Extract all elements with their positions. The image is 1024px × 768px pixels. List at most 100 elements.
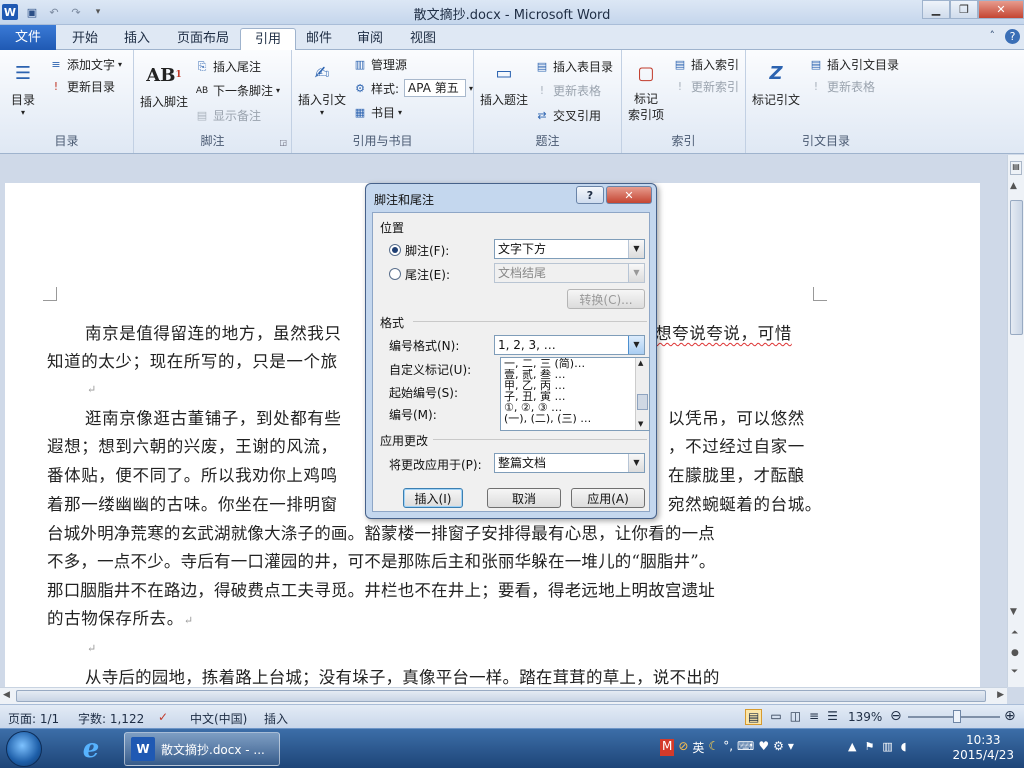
ime-keyboard-icon[interactable]: ⌨ bbox=[737, 739, 754, 756]
ime-status-icon[interactable]: ⊘ bbox=[678, 739, 688, 756]
vertical-scrollbar[interactable]: ▤ ▲ ▼ ⏶ ● ⏷ bbox=[1007, 155, 1024, 687]
zoom-in-icon[interactable]: ⊕ bbox=[1004, 708, 1016, 724]
insert-caption-button[interactable]: ▭ 插入题注 bbox=[480, 58, 528, 108]
update-index-button[interactable]: ! 更新索引 bbox=[672, 78, 739, 95]
tab-home[interactable]: 开始 bbox=[58, 28, 112, 50]
collapse-ribbon-icon[interactable]: ˄ bbox=[990, 29, 996, 44]
tab-references[interactable]: 引用 bbox=[240, 28, 297, 50]
manage-sources-button[interactable]: ▥ 管理源 bbox=[352, 56, 407, 73]
tab-view[interactable]: 视图 bbox=[396, 28, 450, 50]
restore-button[interactable]: ❐ bbox=[950, 0, 978, 19]
ime-skin-icon[interactable]: ♥ bbox=[758, 739, 769, 756]
insert-table-of-figures-button[interactable]: ▤ 插入表目录 bbox=[534, 58, 613, 75]
internet-explorer-icon[interactable]: e bbox=[70, 732, 112, 766]
insert-toa-button[interactable]: ▤ 插入引文目录 bbox=[808, 56, 899, 73]
number-format-select[interactable]: 1, 2, 3, … ▼ bbox=[494, 335, 645, 355]
add-text-button[interactable]: ≡ 添加文字 ▾ bbox=[48, 56, 122, 73]
proofing-icon[interactable]: ✓ bbox=[158, 710, 168, 724]
update-table-button[interactable]: ! 更新表格 bbox=[534, 82, 601, 99]
number-format-dropdown-list[interactable]: 一, 二, 三 (简)… 壹, 贰, 叁 … 甲, 乙, 丙 … 子, 丑, 寅… bbox=[500, 357, 650, 431]
update-toc-button[interactable]: ! 更新目录 bbox=[48, 78, 115, 95]
web-layout-icon[interactable]: ◫ bbox=[790, 709, 801, 725]
print-layout-icon[interactable]: ▤ bbox=[745, 709, 763, 725]
vertical-scroll-thumb[interactable] bbox=[1010, 200, 1023, 335]
insert-index-button[interactable]: ▤ 插入索引 bbox=[672, 56, 739, 73]
insert-footnote-button[interactable]: AB 1 插入脚注 bbox=[140, 60, 188, 110]
apply-button[interactable]: 应用(A) bbox=[571, 488, 645, 508]
cross-reference-button[interactable]: ⇄ 交叉引用 bbox=[534, 107, 601, 124]
apply-to-select[interactable]: 整篇文档 ▼ bbox=[494, 453, 645, 473]
tab-mailings[interactable]: 邮件 bbox=[292, 28, 346, 50]
scroll-left-icon[interactable]: ◀ bbox=[3, 690, 10, 700]
browse-object-icon[interactable]: ● bbox=[1011, 648, 1019, 658]
minimize-button[interactable]: ▁ bbox=[922, 0, 950, 19]
tab-file[interactable]: 文件 bbox=[0, 25, 56, 50]
list-item[interactable]: (一), (二), (三) … bbox=[501, 413, 649, 424]
page-count[interactable]: 页面: 1/1 bbox=[8, 710, 59, 727]
list-item[interactable]: 甲, 乙, 丙 … bbox=[501, 380, 649, 391]
tab-insert[interactable]: 插入 bbox=[110, 28, 164, 50]
scroll-down-icon[interactable]: ▼ bbox=[1010, 607, 1017, 617]
dropdown-scroll-thumb[interactable] bbox=[637, 394, 648, 410]
scroll-up-icon[interactable]: ▲ bbox=[638, 359, 643, 367]
footnote-radio[interactable] bbox=[389, 244, 401, 256]
ime-language[interactable]: 英 bbox=[692, 739, 704, 756]
draft-icon[interactable]: ☰ bbox=[827, 709, 838, 725]
list-item[interactable]: 子, 丑, 寅 … bbox=[501, 391, 649, 402]
footnote-dialog-launcher-icon[interactable]: ◲ bbox=[279, 138, 287, 147]
toc-button[interactable]: ☰ 目录 ▾ bbox=[8, 58, 38, 118]
bibliography-button[interactable]: ▦ 书目 ▾ bbox=[352, 104, 402, 121]
footnote-location-select[interactable]: 文字下方 ▼ bbox=[494, 239, 645, 259]
list-item[interactable]: 壹, 贰, 叁 … bbox=[501, 369, 649, 380]
ime-logo-icon[interactable]: M bbox=[660, 739, 675, 756]
zoom-out-icon[interactable]: ⊖ bbox=[890, 708, 902, 724]
ime-menu-icon[interactable]: ▾ bbox=[788, 739, 794, 756]
tab-page-layout[interactable]: 页面布局 bbox=[163, 28, 243, 50]
list-item[interactable]: ①, ②, ③ … bbox=[501, 402, 649, 413]
endnote-radio[interactable] bbox=[389, 268, 401, 280]
action-center-icon[interactable]: ⚑ bbox=[864, 740, 874, 753]
convert-button[interactable]: 转换(C)... bbox=[567, 289, 645, 309]
list-item[interactable]: 一, 二, 三 (简)… bbox=[501, 358, 649, 369]
horizontal-scroll-thumb[interactable] bbox=[16, 690, 986, 702]
ime-tools-icon[interactable]: ⚙ bbox=[773, 739, 784, 756]
ruler-toggle-icon[interactable]: ▤ bbox=[1010, 161, 1022, 175]
outline-icon[interactable]: ≡ bbox=[809, 709, 819, 725]
horizontal-scrollbar[interactable]: ◀ ▶ bbox=[0, 687, 1007, 704]
insert-citation-button[interactable]: ✍ 插入引文 ▾ bbox=[298, 58, 346, 118]
show-notes-button[interactable]: ▤ 显示备注 bbox=[194, 107, 261, 124]
dialog-close-button[interactable]: ✕ bbox=[606, 186, 652, 204]
volume-icon[interactable]: ◖ bbox=[901, 740, 907, 753]
zoom-slider-thumb[interactable] bbox=[953, 710, 961, 723]
previous-page-icon[interactable]: ⏶ bbox=[1011, 628, 1018, 638]
tab-review[interactable]: 审阅 bbox=[343, 28, 397, 50]
scroll-down-icon[interactable]: ▼ bbox=[638, 420, 643, 428]
scroll-right-icon[interactable]: ▶ bbox=[997, 690, 1004, 700]
insert-mode[interactable]: 插入 bbox=[264, 710, 288, 727]
update-toa-button[interactable]: ! 更新表格 bbox=[808, 78, 875, 95]
mark-citation-button[interactable]: Z 标记引文 bbox=[752, 58, 800, 108]
dialog-help-button[interactable]: ? bbox=[576, 186, 604, 204]
scroll-up-icon[interactable]: ▲ bbox=[1010, 181, 1017, 191]
ime-punct-icon[interactable]: °, bbox=[723, 739, 733, 756]
insert-button[interactable]: 插入(I) bbox=[403, 488, 463, 508]
zoom-level[interactable]: 139% bbox=[848, 710, 882, 724]
help-icon[interactable]: ? bbox=[1005, 29, 1020, 44]
mark-entry-button[interactable]: ▢ 标记 索引项 bbox=[628, 58, 664, 123]
insert-endnote-button[interactable]: ⎘ 插入尾注 bbox=[194, 58, 261, 75]
next-footnote-button[interactable]: AB 下一条脚注 ▾ bbox=[194, 82, 280, 99]
cancel-button[interactable]: 取消 bbox=[487, 488, 561, 508]
close-window-button[interactable]: ✕ bbox=[978, 0, 1024, 19]
ime-moon-icon[interactable]: ☾ bbox=[708, 739, 719, 756]
taskbar-word-item[interactable]: W 散文摘抄.docx - ... bbox=[124, 732, 280, 766]
clock[interactable]: 10:33 2015/4/23 bbox=[952, 733, 1014, 763]
network-icon[interactable]: ▥ bbox=[882, 740, 892, 753]
start-button[interactable] bbox=[6, 731, 42, 767]
language-indicator[interactable]: 中文(中国) bbox=[190, 710, 247, 727]
tray-expand-icon[interactable]: ▲ bbox=[848, 740, 856, 753]
endnote-location-select[interactable]: 文档结尾 ▼ bbox=[494, 263, 645, 283]
dropdown-scrollbar[interactable]: ▲ ▼ bbox=[635, 358, 649, 430]
word-count[interactable]: 字数: 1,122 bbox=[78, 710, 144, 727]
next-page-icon[interactable]: ⏷ bbox=[1011, 667, 1018, 677]
full-screen-icon[interactable]: ▭ bbox=[770, 709, 781, 725]
